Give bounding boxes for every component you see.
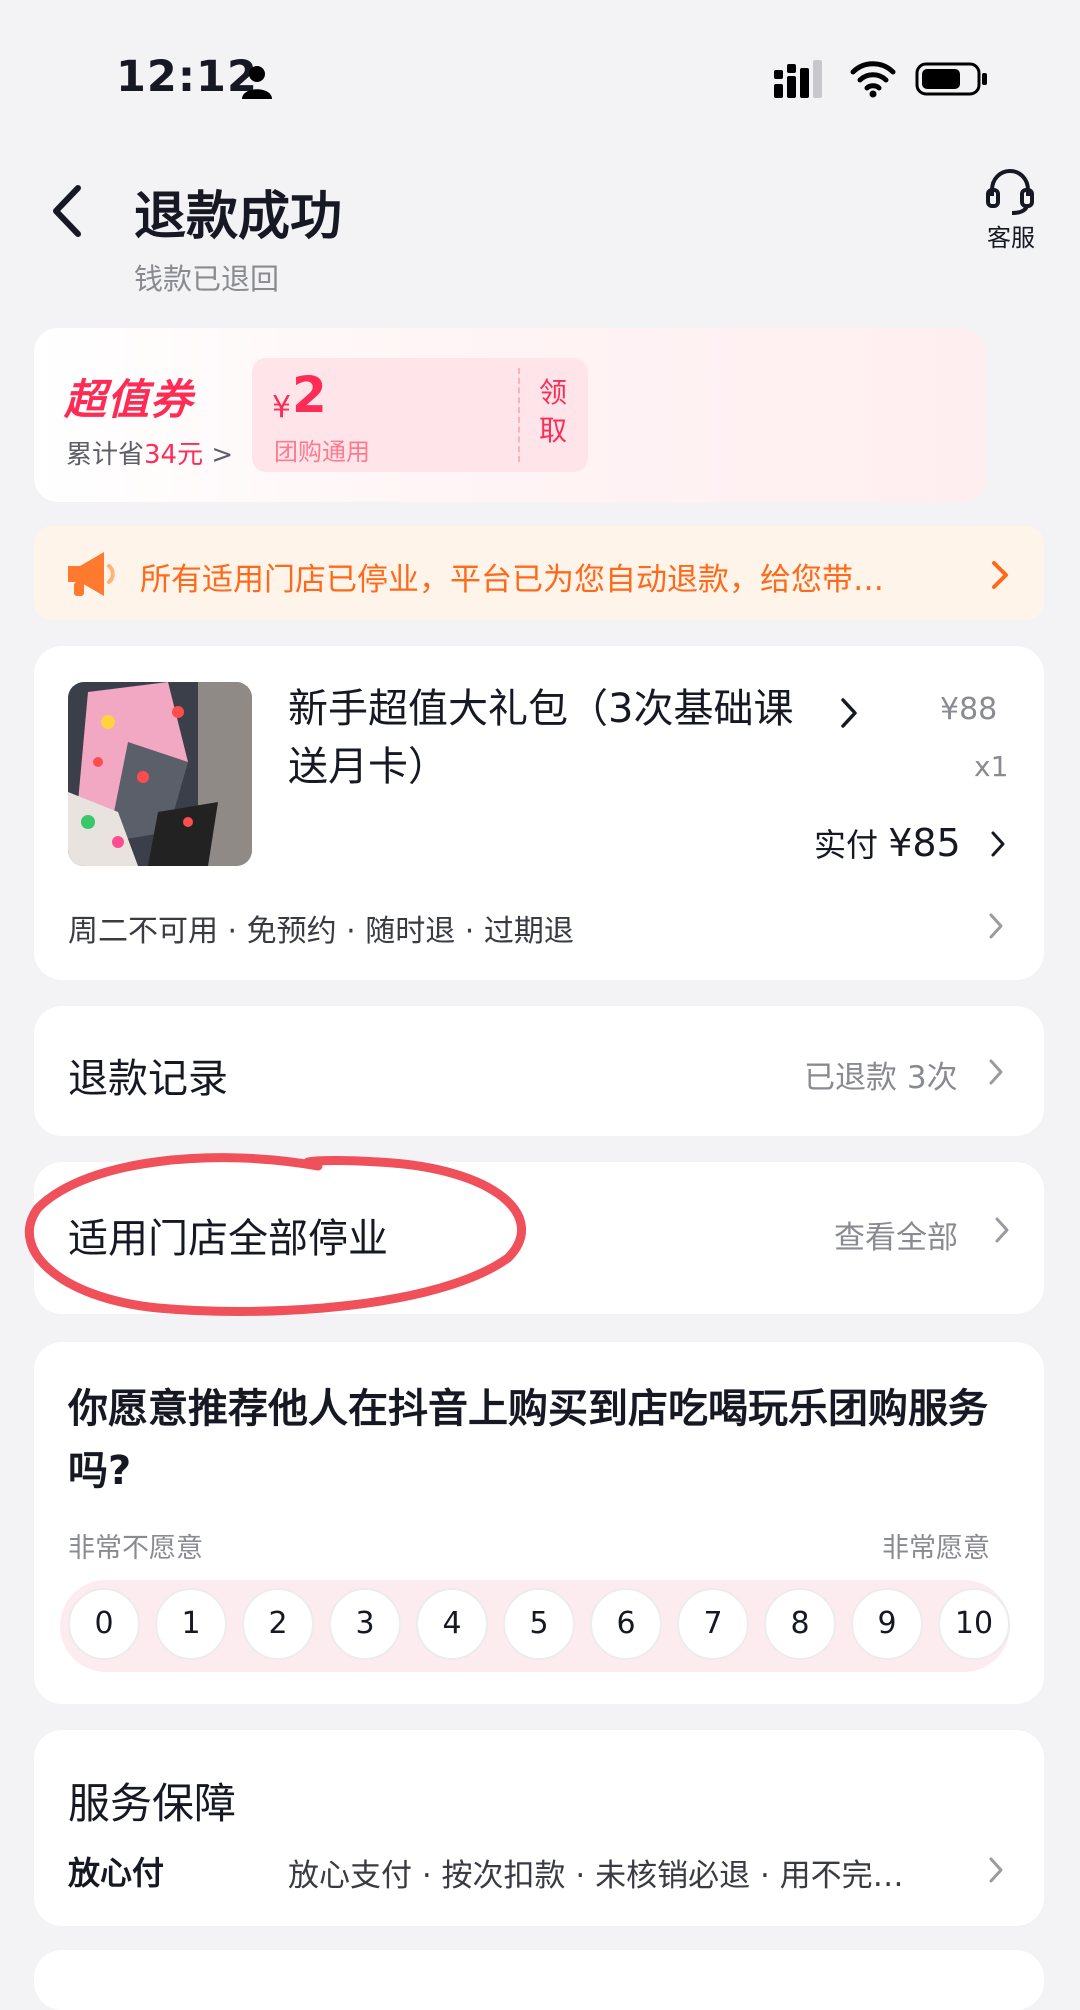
product-quantity: x1 [974,750,1009,783]
rating-option-6[interactable]: 6 [590,1588,662,1660]
rating-option-1[interactable]: 1 [155,1588,227,1660]
coupon-description: 团购通用 [274,438,370,466]
rating-option-9[interactable]: 9 [851,1588,923,1660]
rating-option-8[interactable]: 8 [764,1588,836,1660]
rating-option-0[interactable]: 0 [68,1588,140,1660]
annotation-circle [24,1153,526,1316]
megaphone-icon [68,552,115,596]
chevron-right-icon [995,1217,1009,1243]
page-subtitle: 钱款已退回 [134,262,280,296]
headset-icon [986,168,1034,215]
rating-option-4[interactable]: 4 [416,1588,488,1660]
savings-summary[interactable]: 累计省34元 > [66,434,233,471]
cellular-signal-icon [774,60,822,98]
savings-chevron: > [203,440,234,470]
next-card-partial [34,1950,1044,2010]
survey-question: 你愿意推荐他人在抖音上购买到店吃喝玩乐团购服务吗? [68,1386,988,1494]
guarantee-label: 放心付 [68,1854,165,1892]
refund-record-title: 退款记录 [68,1056,228,1102]
claim-coupon-button[interactable]: 领取 [528,374,578,450]
rating-option-10[interactable]: 10 [938,1588,1010,1660]
person-icon [242,66,272,99]
paid-value: ¥85 [888,821,961,865]
chevron-right-icon [989,913,1003,939]
chevron-right-icon [991,831,1005,857]
product-thumbnail [68,682,252,866]
guarantee-description: 放心支付 · 按次扣款 · 未核销必退 · 用不完… [288,1858,904,1894]
customer-service-label: 客服 [987,224,1035,252]
rating-option-3[interactable]: 3 [329,1588,401,1660]
refund-record-status: 已退款 3次 [804,1060,958,1096]
battery-icon [915,62,987,96]
scale-low-label: 非常不愿意 [68,1533,203,1564]
chevron-right-icon [992,561,1008,589]
chevron-right-icon [841,698,857,728]
rating-option-2[interactable]: 2 [242,1588,314,1660]
back-arrow-icon[interactable] [46,182,88,240]
coupon-divider [518,368,520,462]
rating-option-7[interactable]: 7 [677,1588,749,1660]
guarantee-title: 服务保障 [68,1779,237,1828]
customer-service-button[interactable]: 客服 [982,166,1038,252]
status-time: 12:12 [116,52,258,102]
coupon-amount: 2 [292,366,327,424]
chevron-right-icon [989,1857,1003,1883]
product-tags[interactable]: 周二不可用 · 免预约 · 随时退 · 过期退 [68,906,574,950]
paid-label: 实付 [814,826,879,864]
savings-amount: 34元 [144,440,204,470]
notice-text: 所有适用门店已停业，平台已为您自动退款，给您带… [140,562,884,598]
chevron-right-icon [989,1059,1003,1085]
coupon-currency: ¥ [272,390,292,425]
scale-high-label: 非常愿意 [882,1533,990,1564]
page-title: 退款成功 [134,187,343,247]
product-price: ¥88 [940,692,998,727]
view-all-stores-link[interactable]: 查看全部 [834,1212,958,1257]
product-name[interactable]: 新手超值大礼包（3次基础课送月卡） [288,680,828,796]
rating-option-5[interactable]: 5 [503,1588,575,1660]
savings-prefix: 累计省 [66,440,145,470]
paid-amount[interactable]: 实付 ¥85 [814,820,961,866]
wifi-icon [850,61,896,98]
coupon-banner-title: 超值券 [64,375,194,424]
